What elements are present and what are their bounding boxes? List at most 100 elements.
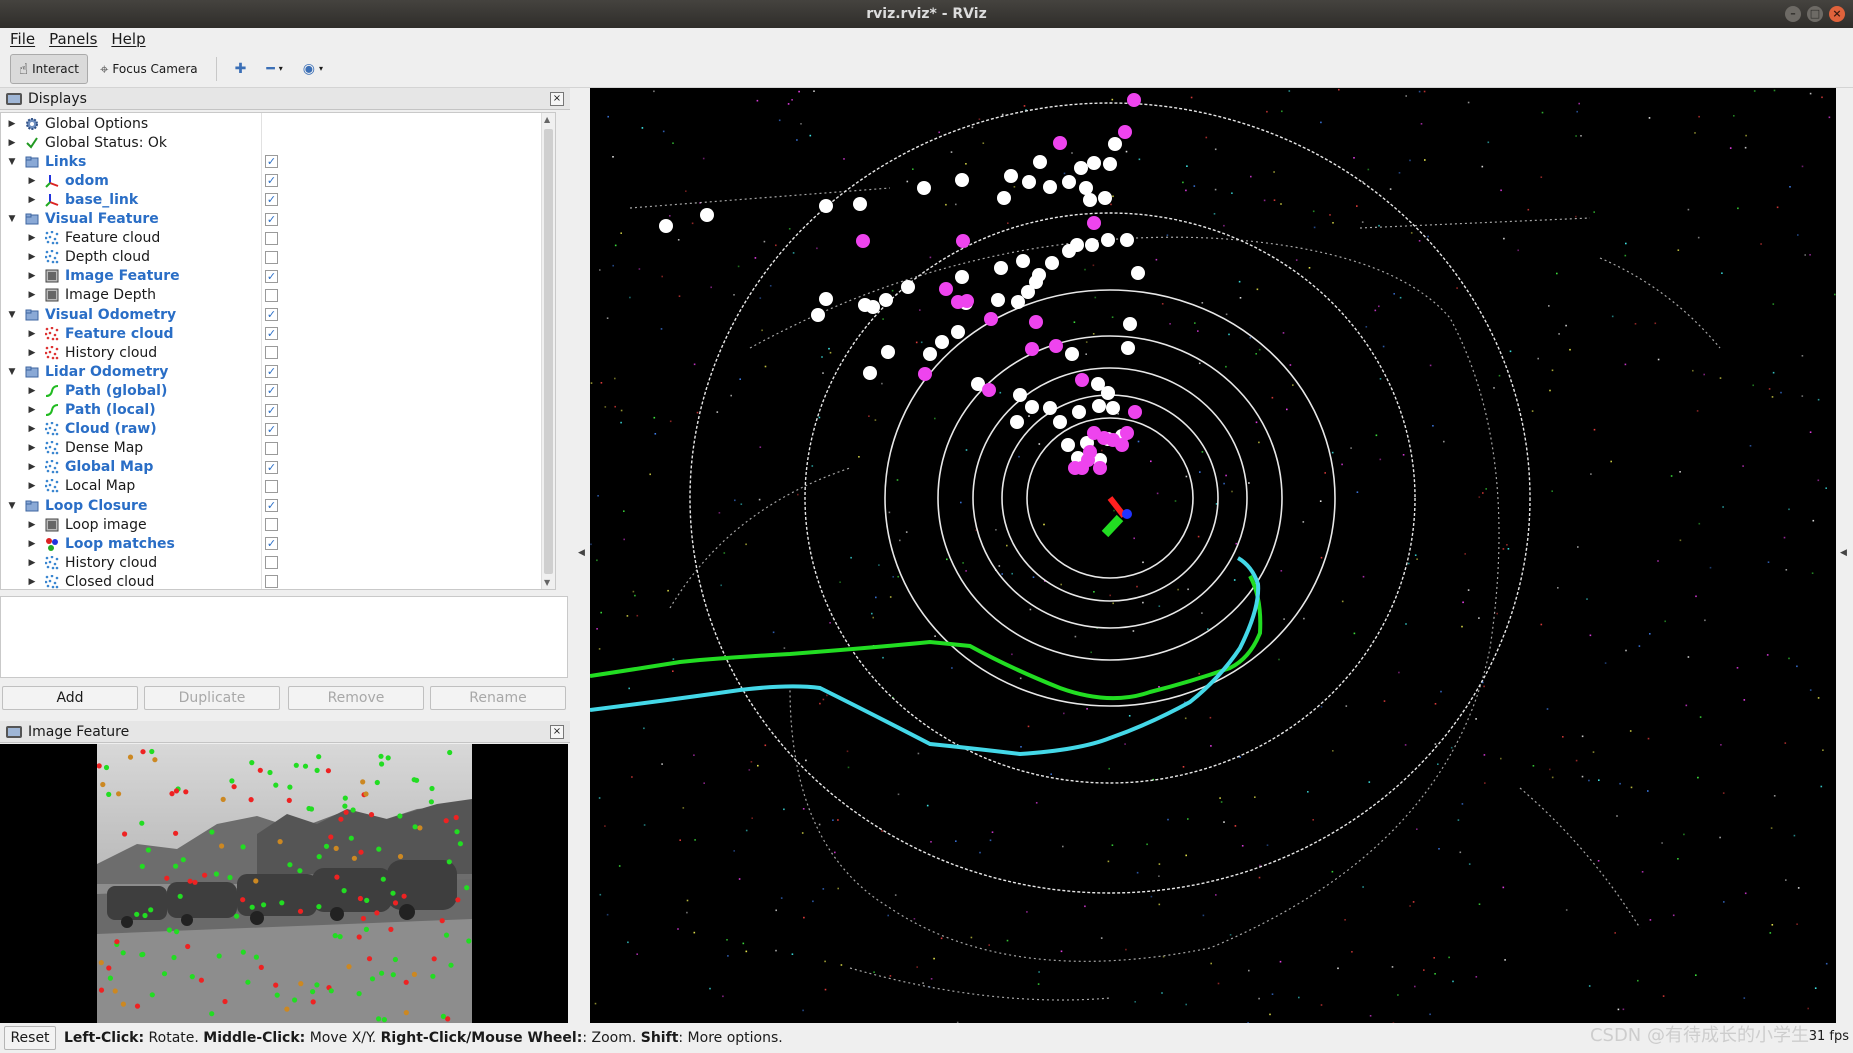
enable-checkbox[interactable] <box>265 288 278 302</box>
collapse-left-icon[interactable]: ◀ <box>578 548 585 558</box>
collapse-arrow-icon[interactable]: ▼ <box>7 367 17 377</box>
expand-arrow-icon[interactable]: ▶ <box>27 405 37 415</box>
expand-arrow-icon[interactable]: ▶ <box>27 558 37 568</box>
displays-scrollbar[interactable]: ▲ ▼ <box>541 113 555 589</box>
scroll-down-icon[interactable]: ▼ <box>544 578 550 587</box>
remove-button[interactable]: Remove <box>288 686 424 710</box>
enable-checkbox[interactable] <box>265 537 278 551</box>
interact-button[interactable]: ☝ Interact <box>10 53 88 84</box>
image-panel-close-icon[interactable]: × <box>550 725 564 739</box>
tree-row[interactable]: ▶ Image Depth <box>1 286 555 305</box>
minimize-icon[interactable]: – <box>1785 6 1801 22</box>
expand-arrow-icon[interactable]: ▶ <box>27 290 37 300</box>
enable-checkbox[interactable] <box>265 422 278 436</box>
expand-arrow-icon[interactable]: ▶ <box>27 481 37 491</box>
tree-row[interactable]: ▼ Visual Odometry <box>1 305 555 324</box>
enable-checkbox[interactable] <box>265 155 278 169</box>
enable-checkbox[interactable] <box>265 308 278 321</box>
enable-checkbox[interactable] <box>265 250 278 264</box>
tree-row[interactable]: ▶ Feature cloud <box>1 324 555 343</box>
enable-checkbox[interactable] <box>265 441 278 455</box>
tree-row[interactable]: ▶ Path (local) <box>1 401 555 420</box>
collapse-arrow-icon[interactable]: ▼ <box>7 157 17 167</box>
enable-checkbox[interactable] <box>265 327 278 341</box>
add-tool-button[interactable]: ✚ <box>227 54 255 84</box>
enable-checkbox[interactable] <box>265 269 278 283</box>
tree-row[interactable]: ▶ Global Status: Ok <box>1 133 555 152</box>
scrollbar-thumb[interactable] <box>544 129 553 574</box>
enable-checkbox[interactable] <box>265 403 278 417</box>
tree-row[interactable]: ▼ Links <box>1 152 555 171</box>
tree-row[interactable]: ▶ Cloud (raw) <box>1 420 555 439</box>
expand-arrow-icon[interactable]: ▶ <box>27 462 37 472</box>
expand-arrow-icon[interactable]: ▶ <box>27 329 37 339</box>
menu-file[interactable]: File <box>10 30 35 48</box>
expand-arrow-icon[interactable]: ▶ <box>27 577 37 587</box>
enable-checkbox[interactable] <box>265 479 278 493</box>
tree-row[interactable]: ▶ Depth cloud <box>1 248 555 267</box>
reset-button[interactable]: Reset <box>4 1026 56 1050</box>
enable-checkbox[interactable] <box>265 460 278 474</box>
tree-row[interactable]: ▶ History cloud <box>1 553 555 572</box>
expand-arrow-icon[interactable]: ▶ <box>7 138 17 148</box>
expand-arrow-icon[interactable]: ▶ <box>27 348 37 358</box>
panel-splitter[interactable]: ◀ <box>570 88 590 1023</box>
enable-checkbox[interactable] <box>265 346 278 360</box>
enable-checkbox[interactable] <box>265 174 278 188</box>
rename-button[interactable]: Rename <box>430 686 566 710</box>
add-button[interactable]: Add <box>2 686 138 710</box>
remove-tool-button[interactable]: ━ ▾ <box>258 54 290 84</box>
expand-arrow-icon[interactable]: ▶ <box>27 195 37 205</box>
enable-checkbox[interactable] <box>265 365 278 379</box>
displays-tree[interactable]: ▶Global Options▶Global Status: Ok▼Links▶… <box>0 112 556 590</box>
expand-arrow-icon[interactable]: ▶ <box>27 233 37 243</box>
collapse-right-icon[interactable]: ◀ <box>1840 548 1847 558</box>
tree-row[interactable]: ▶ Closed cloud <box>1 572 555 589</box>
tree-row[interactable]: ▶ odom <box>1 171 555 190</box>
tree-row[interactable]: ▶ Local Map <box>1 477 555 496</box>
enable-checkbox[interactable] <box>265 193 278 207</box>
expand-arrow-icon[interactable]: ▶ <box>27 539 37 549</box>
enable-checkbox[interactable] <box>265 499 278 512</box>
tree-row[interactable]: ▶ base_link <box>1 190 555 209</box>
enable-checkbox[interactable] <box>265 575 278 589</box>
collapse-arrow-icon[interactable]: ▼ <box>7 501 17 511</box>
enable-checkbox[interactable] <box>265 518 278 532</box>
tree-row[interactable]: ▶ Global Map <box>1 458 555 477</box>
right-splitter[interactable]: ◀ <box>1836 88 1853 1023</box>
menu-help[interactable]: Help <box>111 30 145 48</box>
tree-row[interactable]: ▶ Global Options <box>1 114 555 133</box>
view-tool-button[interactable]: ◉ ▾ <box>295 54 331 84</box>
tree-row[interactable]: ▶ Loop matches <box>1 534 555 553</box>
tree-row[interactable]: ▼ Visual Feature <box>1 210 555 229</box>
duplicate-button[interactable]: Duplicate <box>144 686 280 710</box>
tree-row[interactable]: ▶ Path (global) <box>1 381 555 400</box>
tree-row[interactable]: ▶ Loop image <box>1 515 555 534</box>
tree-row[interactable]: ▶ Dense Map <box>1 439 555 458</box>
expand-arrow-icon[interactable]: ▶ <box>27 386 37 396</box>
menu-panels[interactable]: Panels <box>49 30 97 48</box>
expand-arrow-icon[interactable]: ▶ <box>7 119 17 129</box>
enable-checkbox[interactable] <box>265 556 278 570</box>
focus-camera-button[interactable]: ⌖ Focus Camera <box>92 54 206 84</box>
collapse-arrow-icon[interactable]: ▼ <box>7 310 17 320</box>
expand-arrow-icon[interactable]: ▶ <box>27 271 37 281</box>
expand-arrow-icon[interactable]: ▶ <box>27 424 37 434</box>
enable-checkbox[interactable] <box>265 384 278 398</box>
expand-arrow-icon[interactable]: ▶ <box>27 520 37 530</box>
expand-arrow-icon[interactable]: ▶ <box>27 443 37 453</box>
tree-row[interactable]: ▶ Feature cloud <box>1 229 555 248</box>
displays-close-icon[interactable]: × <box>550 92 564 106</box>
tree-row[interactable]: ▶ Image Feature <box>1 267 555 286</box>
expand-arrow-icon[interactable]: ▶ <box>27 252 37 262</box>
enable-checkbox[interactable] <box>265 231 278 245</box>
tree-row[interactable]: ▶ History cloud <box>1 343 555 362</box>
scroll-up-icon[interactable]: ▲ <box>544 115 550 124</box>
enable-checkbox[interactable] <box>265 212 278 226</box>
tree-row[interactable]: ▼ Lidar Odometry <box>1 362 555 381</box>
close-icon[interactable]: × <box>1829 6 1845 22</box>
maximize-icon[interactable]: □ <box>1807 6 1823 22</box>
tree-row[interactable]: ▼ Loop Closure <box>1 496 555 515</box>
expand-arrow-icon[interactable]: ▶ <box>27 176 37 186</box>
3d-render-view[interactable] <box>590 88 1836 1023</box>
